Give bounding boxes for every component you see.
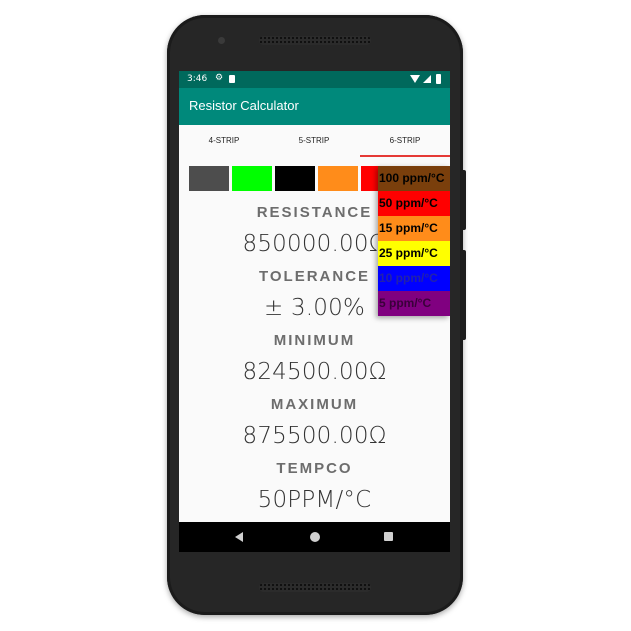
tempco-option-50[interactable]: 50 ppm/°C [378, 191, 450, 216]
battery-icon [436, 74, 441, 84]
app-bar: Resistor Calculator [179, 88, 450, 125]
band-3-selector[interactable] [275, 166, 315, 191]
screen: 3:46 ⚙ Resistor Calculator 4-STRIP 5-STR… [179, 71, 450, 552]
bottom-speaker-grille [259, 583, 371, 592]
volume-button [461, 170, 466, 230]
minimum-value: 824500.00Ω [242, 359, 387, 385]
settings-icon: ⚙ [215, 73, 224, 83]
tab-6-strip[interactable]: 6-STRIP [360, 125, 450, 157]
tempco-option-5[interactable]: 5 ppm/°C [378, 291, 450, 316]
minimum-label: MINIMUM [273, 332, 356, 349]
recent-apps-icon[interactable] [384, 532, 393, 541]
navigation-bar [179, 522, 450, 552]
wifi-icon [410, 75, 420, 83]
band-1-selector[interactable] [189, 166, 229, 191]
signal-icon [423, 75, 431, 83]
tab-5-strip[interactable]: 5-STRIP [269, 125, 359, 157]
back-icon[interactable] [235, 532, 243, 542]
home-icon[interactable] [310, 532, 320, 542]
power-button [461, 250, 466, 340]
band-2-selector[interactable] [232, 166, 272, 191]
tempco-option-15[interactable]: 15 ppm/°C [378, 216, 450, 241]
tempco-option-10[interactable]: 10 ppm/°C [378, 266, 450, 291]
maximum-value: 875500.00Ω [242, 423, 387, 449]
front-camera [218, 37, 225, 44]
tab-bar: 4-STRIP 5-STRIP 6-STRIP [179, 125, 450, 157]
top-speaker-grille [259, 36, 371, 45]
tempco-option-25[interactable]: 25 ppm/°C [378, 241, 450, 266]
tempco-value: 50PPM/°C [257, 487, 372, 513]
status-bar: 3:46 ⚙ [179, 71, 450, 88]
app-title: Resistor Calculator [189, 98, 299, 113]
tempco-label: TEMPCO [276, 460, 353, 477]
status-time: 3:46 [187, 74, 208, 84]
band-4-selector[interactable] [318, 166, 358, 191]
maximum-label: MAXIMUM [270, 396, 359, 413]
sd-card-icon [229, 75, 235, 83]
tempco-dropdown-menu: 100 ppm/°C 50 ppm/°C 15 ppm/°C 25 ppm/°C… [378, 166, 450, 316]
tab-4-strip[interactable]: 4-STRIP [179, 125, 269, 157]
tempco-option-100[interactable]: 100 ppm/°C [378, 166, 450, 191]
